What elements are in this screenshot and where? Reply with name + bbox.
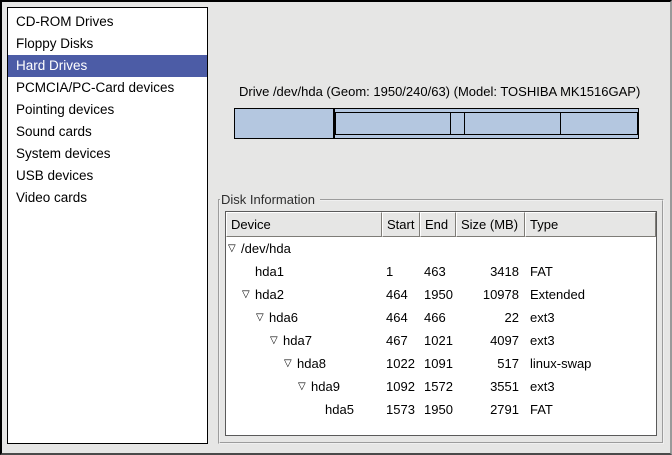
device-name: hda5 [325, 398, 354, 421]
device-name: hda8 [297, 352, 326, 375]
type-cell: Extended [525, 283, 656, 306]
sidebar-item-cd-rom-drives[interactable]: CD-ROM Drives [8, 11, 207, 33]
disk-table-body: ▽/dev/hdahda114633418FAT▽hda246419501097… [226, 237, 656, 421]
table-row-hda6[interactable]: ▽hda646446622ext3 [226, 306, 656, 329]
table-row-hda9[interactable]: ▽hda9109215723551ext3 [226, 375, 656, 398]
type-cell: ext3 [525, 375, 656, 398]
type-cell: FAT [525, 260, 656, 283]
device-cell: hda5 [226, 398, 382, 421]
type-cell: ext3 [525, 306, 656, 329]
end-cell: 1950 [420, 283, 456, 306]
start-cell: 464 [382, 283, 420, 306]
expander-triangle-icon[interactable]: ▽ [298, 375, 311, 398]
hardware-browser-window: CD-ROM DrivesFloppy DisksHard DrivesPCMC… [0, 0, 672, 455]
size-cell: 3551 [456, 375, 525, 398]
disk-information-frame: Disk Information DeviceStartEndSize (MB)… [218, 199, 664, 444]
disk-information-frame-label: Disk Information [220, 192, 320, 207]
logical-partition-divider [464, 113, 465, 134]
sidebar-item-sound-cards[interactable]: Sound cards [8, 121, 207, 143]
size-cell: 4097 [456, 329, 525, 352]
size-cell [456, 237, 525, 260]
extended-partition-box [335, 112, 638, 135]
end-cell [420, 237, 456, 260]
device-cell: ▽hda7 [226, 329, 382, 352]
logical-partition-divider [450, 113, 451, 134]
table-row-dev-hda[interactable]: ▽/dev/hda [226, 237, 656, 260]
size-cell: 10978 [456, 283, 525, 306]
disk-table: DeviceStartEndSize (MB)Type ▽/dev/hdahda… [225, 211, 657, 436]
device-name: hda9 [311, 375, 340, 398]
type-cell: ext3 [525, 329, 656, 352]
sidebar-item-floppy-disks[interactable]: Floppy Disks [8, 33, 207, 55]
device-name: hda2 [255, 283, 284, 306]
device-cell: ▽/dev/hda [226, 237, 382, 260]
type-cell [525, 237, 656, 260]
start-cell: 467 [382, 329, 420, 352]
start-cell: 1022 [382, 352, 420, 375]
start-cell: 464 [382, 306, 420, 329]
table-row-hda1[interactable]: hda1 14633418FAT [226, 260, 656, 283]
end-cell: 1091 [420, 352, 456, 375]
type-cell: FAT [525, 398, 656, 421]
end-cell: 1021 [420, 329, 456, 352]
table-row-hda7[interactable]: ▽hda746710214097ext3 [226, 329, 656, 352]
start-cell [382, 237, 420, 260]
size-cell: 2791 [456, 398, 525, 421]
type-cell: linux-swap [525, 352, 656, 375]
column-header-start[interactable]: Start [382, 212, 420, 237]
device-cell: hda1 [226, 260, 382, 283]
device-cell: ▽hda2 [226, 283, 382, 306]
size-cell: 3418 [456, 260, 525, 283]
expander-triangle-icon[interactable]: ▽ [228, 237, 241, 260]
device-name: /dev/hda [241, 237, 291, 260]
start-cell: 1573 [382, 398, 420, 421]
column-header-type[interactable]: Type [525, 212, 656, 237]
size-cell: 517 [456, 352, 525, 375]
sidebar-item-usb-devices[interactable]: USB devices [8, 165, 207, 187]
sidebar-item-system-devices[interactable]: System devices [8, 143, 207, 165]
device-cell: ▽hda9 [226, 375, 382, 398]
expander-triangle-icon[interactable]: ▽ [242, 283, 255, 306]
sidebar-item-hard-drives[interactable]: Hard Drives [8, 55, 207, 77]
start-cell: 1 [382, 260, 420, 283]
start-cell: 1092 [382, 375, 420, 398]
size-cell: 22 [456, 306, 525, 329]
device-category-list: CD-ROM DrivesFloppy DisksHard DrivesPCMC… [7, 7, 208, 444]
column-header-device[interactable]: Device [226, 212, 382, 237]
device-cell: ▽hda6 [226, 306, 382, 329]
sidebar-item-video-cards[interactable]: Video cards [8, 187, 207, 209]
expander-triangle-icon[interactable]: ▽ [284, 352, 297, 375]
partition-bar [234, 108, 639, 139]
drive-info-label: Drive /dev/hda (Geom: 1950/240/63) (Mode… [239, 84, 640, 99]
end-cell: 466 [420, 306, 456, 329]
expander-triangle-icon[interactable]: ▽ [270, 329, 283, 352]
sidebar-item-pointing-devices[interactable]: Pointing devices [8, 99, 207, 121]
disk-table-header: DeviceStartEndSize (MB)Type [226, 212, 656, 237]
table-row-hda2[interactable]: ▽hda2464195010978Extended [226, 283, 656, 306]
primary-partition-divider [333, 109, 335, 138]
column-header-end[interactable]: End [420, 212, 456, 237]
end-cell: 463 [420, 260, 456, 283]
table-row-hda8[interactable]: ▽hda810221091517linux-swap [226, 352, 656, 375]
sidebar-item-pcmcia-pc-card-devices[interactable]: PCMCIA/PC-Card devices [8, 77, 207, 99]
device-name: hda1 [255, 260, 284, 283]
device-cell: ▽hda8 [226, 352, 382, 375]
expander-triangle-icon[interactable]: ▽ [256, 306, 269, 329]
end-cell: 1950 [420, 398, 456, 421]
column-header-size-mb[interactable]: Size (MB) [456, 212, 525, 237]
logical-partition-divider [560, 113, 561, 134]
device-name: hda7 [283, 329, 312, 352]
table-row-hda5[interactable]: hda5 157319502791FAT [226, 398, 656, 421]
device-name: hda6 [269, 306, 298, 329]
end-cell: 1572 [420, 375, 456, 398]
